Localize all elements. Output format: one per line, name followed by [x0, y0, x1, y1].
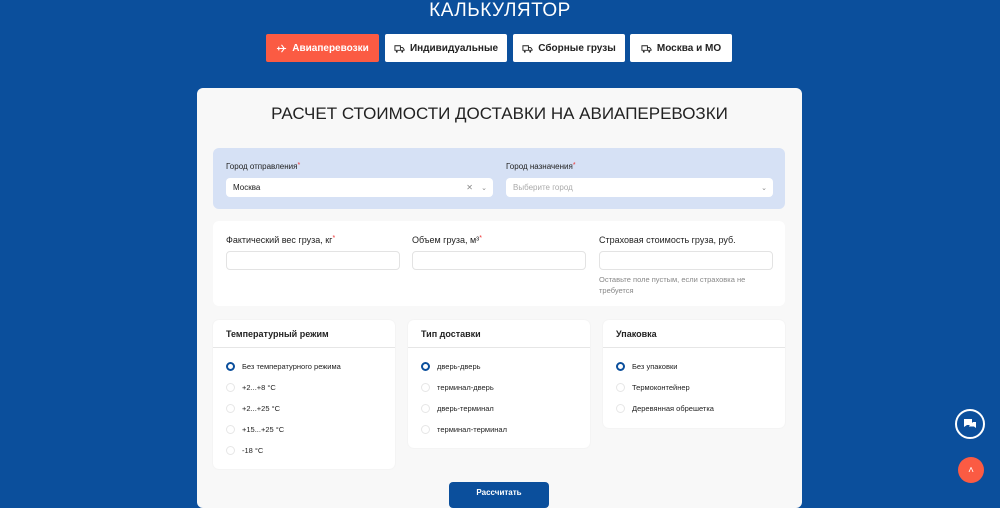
delivery-option[interactable]: терминал-дверь: [408, 377, 590, 398]
radio-button[interactable]: [616, 404, 625, 413]
radio-button[interactable]: [226, 425, 235, 434]
delivery-option[interactable]: дверь-терминал: [408, 398, 590, 419]
weight-label: Фактический вес груза, кг*: [226, 235, 336, 245]
airplane-icon: [277, 44, 287, 52]
tab-individual[interactable]: Индивидуальные: [385, 34, 507, 62]
temperature-title: Температурный режим: [213, 320, 395, 348]
volume-label: Объем груза, м³*: [412, 235, 482, 245]
option-label: -18 °C: [242, 446, 264, 455]
weight-input[interactable]: [226, 251, 400, 270]
tab-consolidated[interactable]: Сборные грузы: [513, 34, 625, 62]
chevron-down-icon[interactable]: ⌄: [761, 184, 767, 192]
from-label: Город отправления*: [226, 162, 301, 171]
option-label: Деревянная обрешетка: [632, 404, 714, 413]
option-label: +2...+8 °C: [242, 383, 276, 392]
temperature-box: Температурный режим Без температурного р…: [213, 320, 395, 469]
temperature-option[interactable]: +15...+25 °C: [213, 419, 395, 440]
delivery-option[interactable]: терминал-терминал: [408, 419, 590, 440]
packing-option[interactable]: Термоконтейнер: [603, 377, 785, 398]
clear-icon[interactable]: ✕: [466, 183, 473, 192]
insurance-label: Страховая стоимость груза, руб.: [599, 235, 736, 245]
chevron-down-icon[interactable]: ⌄: [481, 184, 487, 192]
calculator-card: РАСЧЕТ СТОИМОСТИ ДОСТАВКИ НА АВИАПЕРЕВОЗ…: [197, 88, 802, 508]
tab-moscow[interactable]: Москва и МО: [630, 34, 732, 62]
delivery-option[interactable]: дверь-дверь: [408, 356, 590, 377]
packing-option[interactable]: Деревянная обрешетка: [603, 398, 785, 419]
radio-button[interactable]: [421, 362, 430, 371]
cities-panel: Город отправления* Город назначения* Мос…: [213, 148, 785, 209]
packing-title: Упаковка: [603, 320, 785, 348]
truck-icon: [522, 44, 533, 53]
temperature-option[interactable]: -18 °C: [213, 440, 395, 461]
volume-input[interactable]: [412, 251, 586, 270]
truck-icon: [641, 44, 652, 53]
temperature-option[interactable]: +2...+25 °C: [213, 398, 395, 419]
to-placeholder: Выберите город: [513, 183, 573, 192]
from-city-select[interactable]: Москва ✕ ⌄: [226, 178, 493, 197]
chat-button[interactable]: [955, 409, 985, 439]
insurance-input[interactable]: [599, 251, 773, 270]
form-title: РАСЧЕТ СТОИМОСТИ ДОСТАВКИ НА АВИАПЕРЕВОЗ…: [271, 104, 728, 123]
radio-button[interactable]: [226, 383, 235, 392]
option-label: Без упаковки: [632, 362, 678, 371]
to-label: Город назначения*: [506, 162, 576, 171]
tab-label: Москва и МО: [656, 42, 722, 54]
option-label: +15...+25 °C: [242, 425, 285, 434]
packing-box: Упаковка Без упаковки Термоконтейнер Дерев…: [603, 320, 785, 428]
radio-button[interactable]: [421, 383, 430, 392]
option-label: Без температурного режима: [242, 362, 341, 371]
tab-label: Авиаперевозки: [292, 42, 369, 54]
insurance-hint: Оставьте поле пустым, если страховка не …: [599, 275, 746, 295]
truck-icon: [394, 44, 405, 53]
tab-label: Сборные грузы: [538, 42, 616, 54]
temperature-option[interactable]: +2...+8 °C: [213, 377, 395, 398]
delivery-box: Тип доставки дверь-дверь терминал-дверь дв…: [408, 320, 590, 448]
radio-button[interactable]: [421, 425, 430, 434]
option-label: +2...+25 °C: [242, 404, 281, 413]
option-label: дверь-терминал: [437, 404, 494, 413]
radio-button[interactable]: [616, 362, 625, 371]
tab-label: Индивидуальные: [409, 42, 499, 54]
option-label: терминал-терминал: [437, 425, 507, 434]
tab-air[interactable]: Авиаперевозки: [266, 34, 379, 62]
option-label: терминал-дверь: [437, 383, 494, 392]
temperature-option[interactable]: Без температурного режима: [213, 356, 395, 377]
option-label: Термоконтейнер: [632, 383, 690, 392]
scroll-top-button[interactable]: ˄: [958, 457, 984, 483]
page-title: КАЛЬКУЛЯТОР: [429, 0, 571, 21]
packing-option[interactable]: Без упаковки: [603, 356, 785, 377]
radio-button[interactable]: [226, 404, 235, 413]
to-city-select[interactable]: Выберите город ⌄: [506, 178, 773, 197]
calculate-button[interactable]: Рассчитать: [449, 482, 549, 508]
radio-button[interactable]: [226, 362, 235, 371]
radio-button[interactable]: [226, 446, 235, 455]
from-value: Москва: [233, 183, 261, 192]
cargo-panel: Фактический вес груза, кг* Объем груза, …: [213, 221, 785, 306]
radio-button[interactable]: [616, 383, 625, 392]
option-label: дверь-дверь: [437, 362, 481, 371]
chevron-up-icon: ˄: [968, 464, 974, 476]
delivery-title: Тип доставки: [408, 320, 590, 348]
chat-icon: [964, 419, 976, 428]
radio-button[interactable]: [421, 404, 430, 413]
